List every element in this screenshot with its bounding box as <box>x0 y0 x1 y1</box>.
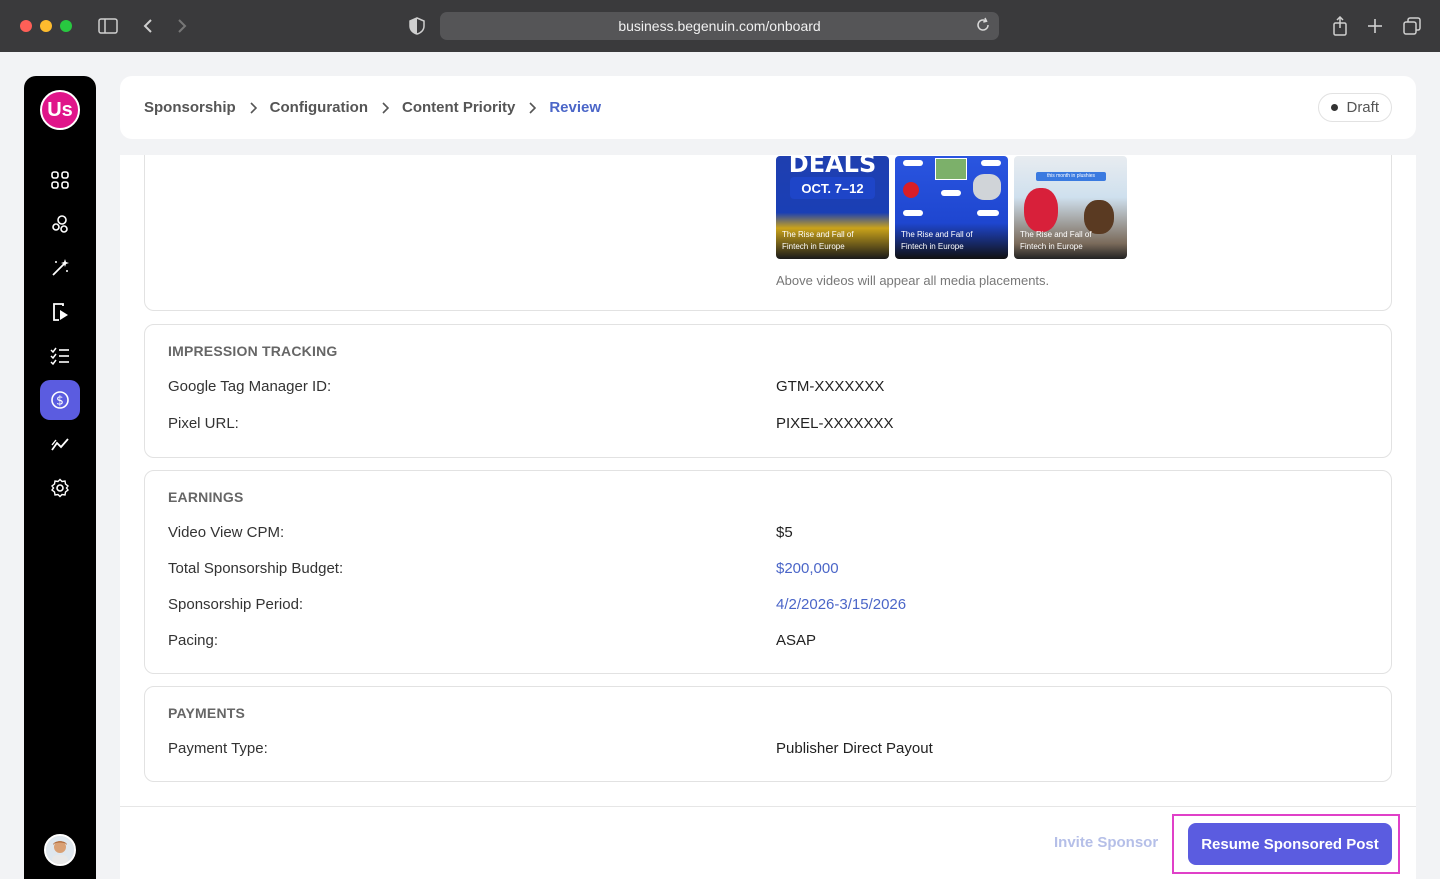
apple-graphic <box>903 182 919 198</box>
avatar[interactable] <box>44 834 76 866</box>
breadcrumb-content-priority[interactable]: Content Priority <box>402 99 515 116</box>
tab-overview-icon[interactable] <box>1400 14 1424 38</box>
pacing-label: Pacing: <box>168 632 219 649</box>
video-icon <box>53 303 68 321</box>
breadcrumb-review: Review <box>549 99 602 116</box>
section-title: PAYMENTS <box>168 705 246 721</box>
media-card: DEALS OCT. 7–12 The Rise and Fall of Fin… <box>144 155 1392 311</box>
video-thumbnail[interactable]: DEALS OCT. 7–12 The Rise and Fall of Fin… <box>776 156 889 259</box>
review-panel: DEALS OCT. 7–12 The Rise and Fall of Fin… <box>120 155 1416 879</box>
cpm-value: $5 <box>776 524 793 541</box>
maximize-window-button[interactable] <box>60 20 72 32</box>
minimize-window-button[interactable] <box>40 20 52 32</box>
sidebar-item-tasks[interactable] <box>40 336 80 376</box>
url-text: business.begenuin.com/onboard <box>618 18 821 34</box>
section-title: IMPRESSION TRACKING <box>168 343 338 359</box>
period-value[interactable]: 4/2/2026-3/15/2026 <box>776 596 906 613</box>
pacing-value: ASAP <box>776 632 817 649</box>
budget-label: Total Sponsorship Budget: <box>168 560 344 577</box>
share-icon[interactable] <box>1328 14 1352 38</box>
gtm-value: GTM-XXXXXXX <box>776 378 885 395</box>
breadcrumb-sponsorship[interactable]: Sponsorship <box>144 99 236 116</box>
cup-graphic <box>973 174 1001 200</box>
logo-text: Us <box>47 98 73 121</box>
video-caption: The Rise and Fall of Fintech in Europe <box>1020 230 1092 251</box>
cpm-label: Video View CPM: <box>168 524 285 541</box>
close-window-button[interactable] <box>20 20 32 32</box>
gear-icon <box>51 478 69 498</box>
magic-wand-icon <box>52 259 69 276</box>
highlight-frame: Resume Sponsored Post <box>1172 814 1400 874</box>
status-badge: Draft <box>1318 93 1392 122</box>
gtm-label: Google Tag Manager ID: <box>168 378 332 395</box>
thumbnail-date: OCT. 7–12 <box>790 177 875 199</box>
chevron-right-icon <box>528 101 537 114</box>
shield-icon[interactable] <box>405 14 429 38</box>
brand-logo[interactable]: Us <box>40 90 80 130</box>
thumbnail-tag: this month in plushies <box>1036 172 1106 181</box>
sidebar-item-analytics[interactable] <box>40 424 80 464</box>
plush-horse-graphic <box>1024 188 1058 232</box>
resume-sponsored-post-button[interactable]: Resume Sponsored Post <box>1188 823 1392 865</box>
address-bar[interactable]: business.begenuin.com/onboard <box>440 12 999 40</box>
sidebar-item-settings[interactable] <box>40 468 80 508</box>
earnings-card: EARNINGS Video View CPM: $5 Total Sponso… <box>144 470 1392 674</box>
window-controls <box>20 20 72 32</box>
forward-icon[interactable] <box>170 14 194 38</box>
sidebar-toggle-icon[interactable] <box>96 14 120 38</box>
video-caption: The Rise and Fall of Fintech in Europe <box>782 230 854 251</box>
pixel-label: Pixel URL: <box>168 415 239 432</box>
game-graphic <box>935 158 967 180</box>
payment-type-value: Publisher Direct Payout <box>776 740 933 757</box>
analytics-icon <box>51 438 69 451</box>
section-title: EARNINGS <box>168 489 244 505</box>
video-thumbnail[interactable]: this month in plushies The Rise and Fall… <box>1014 156 1127 259</box>
video-thumbnail[interactable]: The Rise and Fall of Fintech in Europe <box>895 156 1008 259</box>
chevron-right-icon <box>381 101 389 114</box>
status-dot <box>1331 104 1339 111</box>
action-footer: Invite Sponsor Resume Sponsored Post <box>120 806 1416 879</box>
pixel-value: PIXEL-XXXXXXX <box>776 415 894 432</box>
back-icon[interactable] <box>136 14 160 38</box>
svg-text:$: $ <box>56 394 64 408</box>
community-icon <box>52 215 68 233</box>
payment-type-label: Payment Type: <box>168 740 268 757</box>
impression-tracking-card: IMPRESSION TRACKING Google Tag Manager I… <box>144 324 1392 458</box>
budget-value[interactable]: $200,000 <box>776 560 839 577</box>
grid-icon <box>51 171 69 189</box>
sidebar-item-sponsorship[interactable]: $ <box>40 380 80 420</box>
payments-card: PAYMENTS Payment Type: Publisher Direct … <box>144 686 1392 782</box>
thumbnail-headline: DEALS <box>788 156 877 178</box>
invite-sponsor-button[interactable]: Invite Sponsor <box>1054 834 1158 851</box>
chevron-right-icon <box>249 101 257 114</box>
dollar-icon: $ <box>51 391 69 409</box>
sidebar-item-videos[interactable] <box>40 292 80 332</box>
sidebar: Us $ <box>24 76 96 879</box>
period-label: Sponsorship Period: <box>168 596 304 613</box>
browser-chrome: business.begenuin.com/onboard <box>0 0 1440 52</box>
new-tab-icon[interactable] <box>1363 14 1387 38</box>
breadcrumb-configuration[interactable]: Configuration <box>270 99 368 116</box>
checklist-icon <box>50 347 69 366</box>
user-avatar-icon <box>46 836 74 864</box>
breadcrumb: Sponsorship Configuration Content Priori… <box>120 76 1416 139</box>
sidebar-item-community[interactable] <box>40 204 80 244</box>
sidebar-item-create[interactable] <box>40 248 80 288</box>
media-note: Above videos will appear all media place… <box>776 273 1050 288</box>
video-caption: The Rise and Fall of Fintech in Europe <box>901 230 973 251</box>
reload-icon[interactable] <box>975 17 991 36</box>
sidebar-item-dashboard[interactable] <box>40 160 80 200</box>
status-text: Draft <box>1346 99 1379 116</box>
